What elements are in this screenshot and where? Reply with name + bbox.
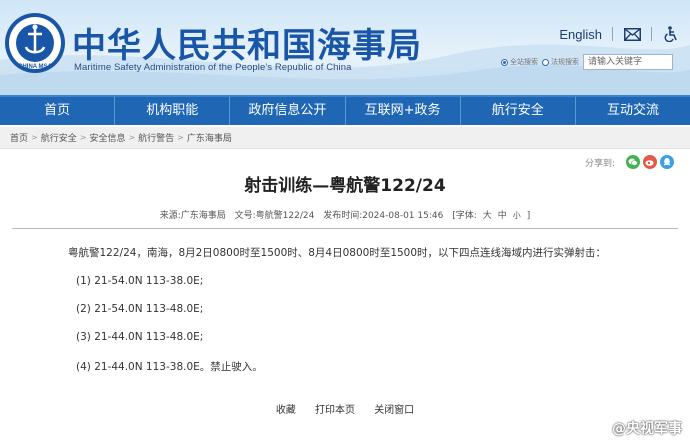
share-label: 分享到: [584, 158, 615, 169]
coordinate-item: (2) 21-54.0N 113-48.0E; [76, 303, 204, 315]
font-size-label: [字体: [452, 211, 477, 221]
wechat-icon[interactable] [626, 155, 640, 169]
breadcrumb-link[interactable]: 安全信息 [89, 131, 125, 144]
mail-icon[interactable] [623, 26, 641, 42]
english-link[interactable]: English [559, 27, 602, 42]
font-size-small[interactable]: 小 [513, 211, 521, 220]
article-intro: 粤航警122/24，南海，8月2日0800时至1500时、8月4日0800时至1… [68, 247, 607, 259]
top-links: English [559, 26, 680, 42]
radio-dot[interactable] [501, 58, 508, 66]
chevron-right-icon: > [177, 133, 184, 142]
article-body: 粤航警122/24，南海，8月2日0800时至1500时、8月4日0800时至1… [68, 245, 678, 390]
breadcrumb-current[interactable]: 广东海事局 [187, 131, 232, 144]
font-size-large[interactable]: 大 [483, 211, 492, 221]
favorite-button[interactable]: 收藏 [276, 405, 296, 416]
meta-publish-time: 发布时间:2024-08-01 15:46 [323, 211, 444, 221]
top-separator [612, 27, 613, 41]
nav-item-internet-gov[interactable]: 互联网+政务 [346, 97, 461, 125]
radio-site-search[interactable]: 全站搜索 [501, 57, 538, 67]
font-size-end: ] [526, 211, 531, 221]
meta-doc-number: 文号:粤航警122/24 [234, 211, 315, 221]
font-size-medium[interactable]: 中 [498, 211, 507, 221]
site-header: CHINA MSA 中华人民共和国海事局 Maritime Safety Adm… [0, 0, 690, 95]
article-actions: 收藏 打印本页 关闭窗口 [0, 401, 690, 416]
breadcrumb-link[interactable]: 首页 [10, 131, 28, 144]
main-nav: 首页 机构职能 政府信息公开 互联网+政务 航行安全 互动交流 [0, 95, 690, 125]
coordinate-item: (3) 21-44.0N 113-48.0E; [76, 331, 204, 343]
radio-dot[interactable] [542, 58, 549, 66]
article-title: 射击训练—粤航警122/24 [244, 176, 446, 196]
close-window-button[interactable]: 关闭窗口 [374, 405, 414, 416]
share-bar: 分享到: [585, 155, 674, 169]
chevron-right-icon: > [31, 133, 38, 142]
search-area: 全站搜索 法规搜索 请输入关键字 [501, 54, 673, 70]
breadcrumb-link[interactable]: 航行警告 [138, 131, 174, 144]
breadcrumb: 首页 > 航行安全 > 安全信息 > 航行警告 > 广东海事局 [0, 127, 690, 149]
radio-law-search[interactable]: 法规搜索 [542, 57, 579, 67]
top-separator [651, 27, 652, 41]
nav-item-home[interactable]: 首页 [0, 97, 116, 125]
site-subtitle: Maritime Safety Administration of the Pe… [74, 62, 352, 73]
nav-item-gov-info[interactable]: 政府信息公开 [230, 97, 346, 125]
qq-icon[interactable] [660, 155, 674, 169]
breadcrumb-link[interactable]: 航行安全 [41, 131, 77, 144]
chevron-right-icon: > [79, 133, 87, 142]
radio-label: 全站搜索 [510, 58, 538, 66]
watermark: @央视军事 [612, 421, 682, 437]
logo-text: CHINA MSA [18, 64, 52, 70]
nav-item-interaction[interactable]: 互动交流 [576, 97, 690, 125]
radio-label: 法规搜索 [551, 58, 579, 66]
search-input[interactable]: 请输入关键字 [583, 54, 673, 70]
chevron-right-icon: > [128, 133, 136, 142]
nav-item-functions[interactable]: 机构职能 [115, 97, 231, 125]
meta-divider [12, 228, 678, 229]
coordinate-item: (4) 21-44.0N 113-38.0E。禁止驶入。 [76, 361, 263, 373]
print-button[interactable]: 打印本页 [315, 405, 355, 416]
nav-item-navigation-safety[interactable]: 航行安全 [461, 97, 576, 125]
accessibility-icon[interactable] [662, 26, 680, 42]
site-title[interactable]: 中华人民共和国海事局 [72, 18, 422, 67]
msa-logo: CHINA MSA [5, 13, 65, 73]
meta-source: 来源:广东海事局 [159, 211, 226, 221]
weibo-icon[interactable] [643, 155, 657, 169]
coordinate-item: (1) 21-54.0N 113-38.0E; [76, 275, 204, 287]
article-meta: 来源:广东海事局 文号:粤航警122/24 发布时间:2024-08-01 15… [0, 208, 690, 221]
